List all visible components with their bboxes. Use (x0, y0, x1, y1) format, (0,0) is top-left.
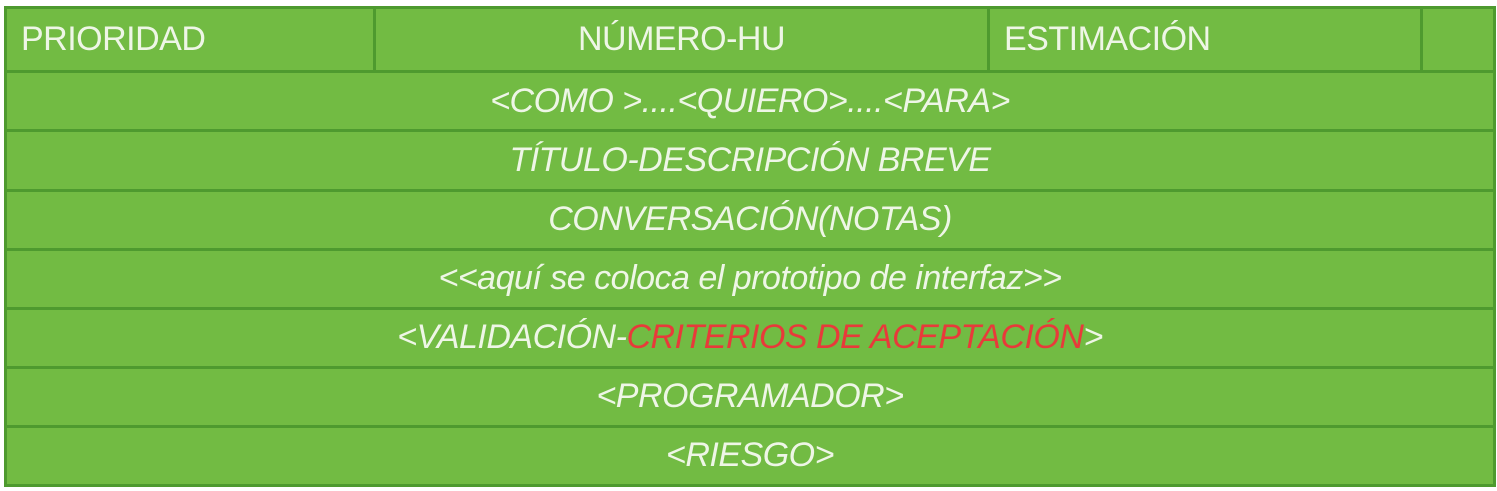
validation-prefix: <VALIDACIÓN- (397, 318, 627, 357)
acceptance-criteria-text: CRITERIOS DE ACEPTACIÓN (626, 318, 1084, 357)
header-row: PRIORIDAD NÚMERO-HU ESTIMACIÓN (4, 5, 1496, 74)
validation-suffix: > (1083, 318, 1103, 357)
user-story-card: PRIORIDAD NÚMERO-HU ESTIMACIÓN <COMO >..… (4, 5, 1496, 488)
validation-cell: <VALIDACIÓN-CRITERIOS DE ACEPTACIÓN> (4, 306, 1496, 369)
extra-header-cell (1420, 5, 1496, 74)
programmer-row: <PROGRAMADOR> (4, 365, 1496, 428)
validation-row: <VALIDACIÓN-CRITERIOS DE ACEPTACIÓN> (4, 306, 1496, 369)
title-row: TÍTULO-DESCRIPCIÓN BREVE (4, 129, 1496, 192)
story-template-text: <COMO >....<QUIERO>....<PARA> (4, 70, 1496, 133)
risk-row: <RIESGO> (4, 424, 1496, 488)
conversation-row: CONVERSACIÓN(NOTAS) (4, 188, 1496, 251)
title-description-text: TÍTULO-DESCRIPCIÓN BREVE (4, 129, 1496, 192)
prototype-placeholder-text: <<aquí se coloca el prototipo de interfa… (4, 247, 1496, 310)
programmer-text: <PROGRAMADOR> (4, 365, 1496, 428)
risk-text: <RIESGO> (4, 424, 1496, 488)
priority-header: PRIORIDAD (4, 5, 376, 74)
conversation-notes-text: CONVERSACIÓN(NOTAS) (4, 188, 1496, 251)
story-row: <COMO >....<QUIERO>....<PARA> (4, 70, 1496, 133)
estimate-header: ESTIMACIÓN (987, 5, 1423, 74)
story-number-header: NÚMERO-HU (373, 5, 990, 74)
prototype-row: <<aquí se coloca el prototipo de interfa… (4, 247, 1496, 310)
